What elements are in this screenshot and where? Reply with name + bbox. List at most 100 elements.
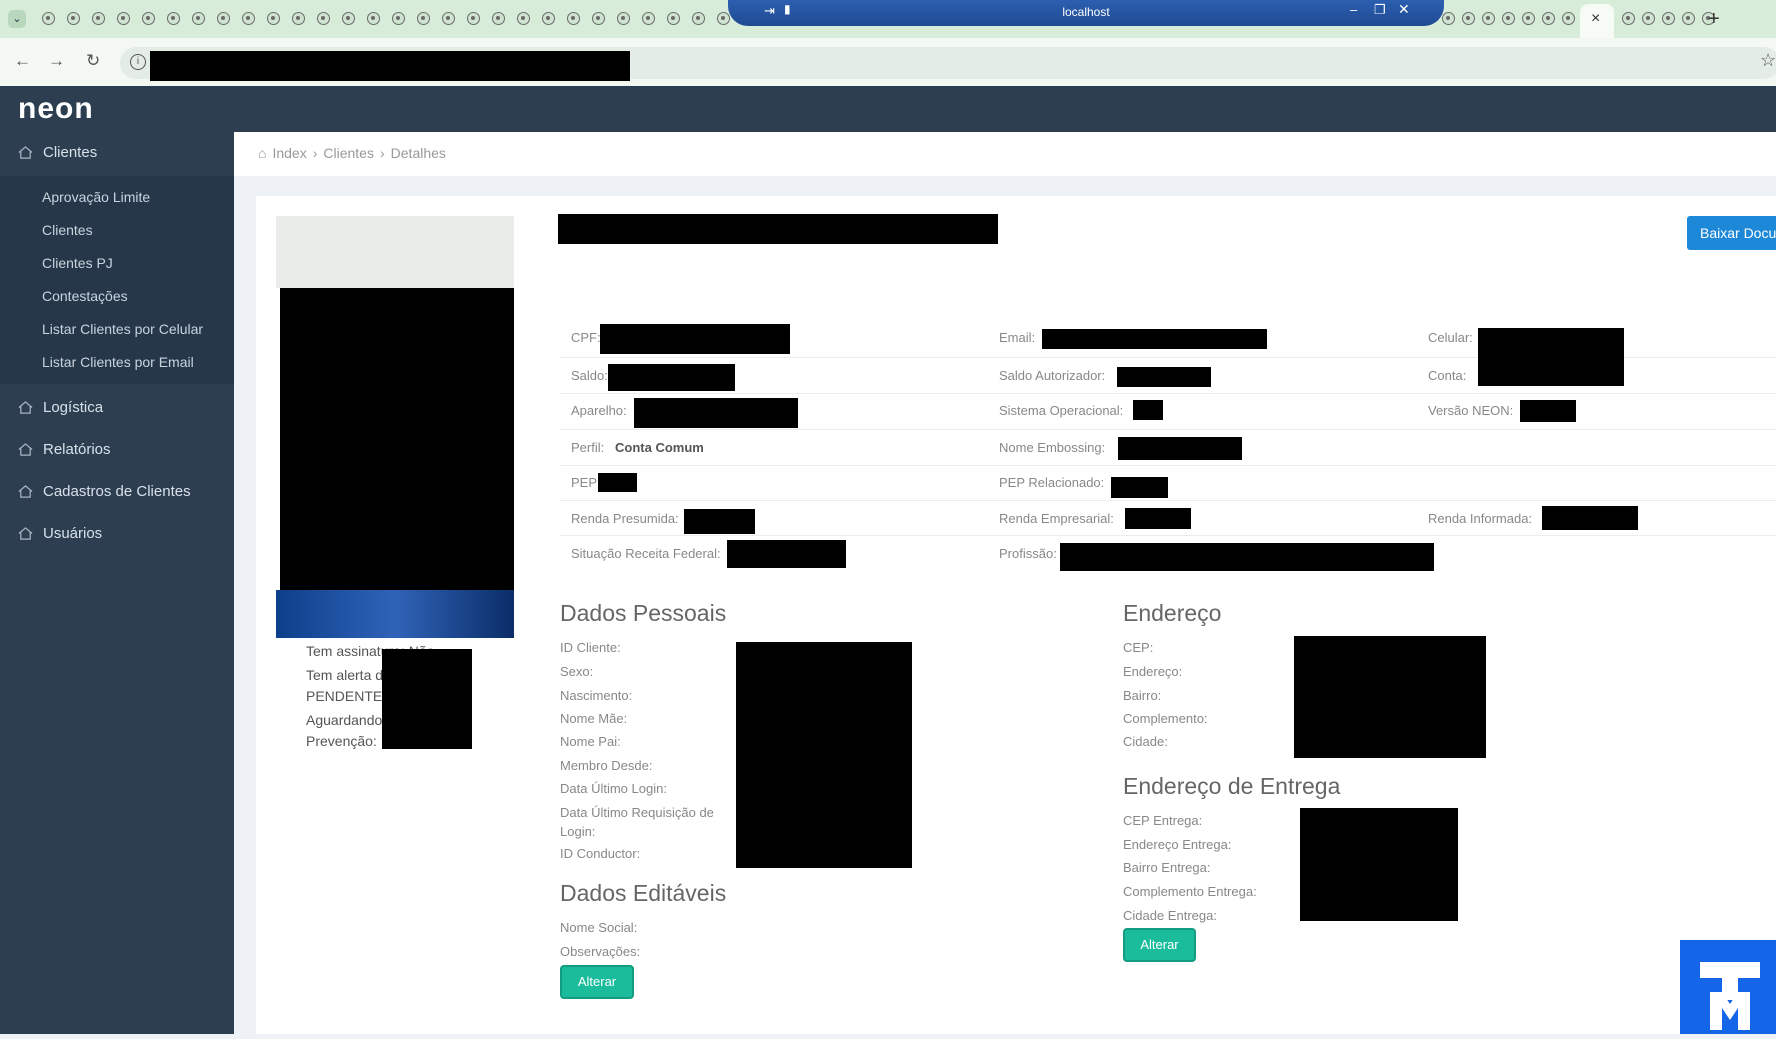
sidebar-item-logistica[interactable]: Logística [18, 399, 103, 416]
browser-tab-favicon-icon[interactable] [692, 12, 705, 25]
cpf-redacted [600, 324, 790, 354]
browser-tab-favicon-icon[interactable] [1522, 12, 1535, 25]
breadcrumb-detalhes: Detalhes [390, 145, 446, 161]
browser-tab-favicon-icon[interactable] [617, 12, 630, 25]
complemento-label: Complemento: [1123, 711, 1208, 726]
nome-mae-label: Nome Mãe: [560, 711, 628, 726]
dados-editaveis-title: Dados Editáveis [560, 880, 727, 906]
sidebar-item-usuarios[interactable]: Usuários [18, 525, 102, 542]
bookmark-star-icon[interactable]: ☆ [1760, 50, 1776, 71]
home-icon [18, 146, 33, 159]
browser-tab-favicon-icon[interactable] [1562, 12, 1575, 25]
browser-tab-favicon-icon[interactable] [267, 12, 280, 25]
sidebar-item-label: Logística [43, 399, 104, 416]
browser-tab-favicon-icon[interactable] [1542, 12, 1555, 25]
tab-search-dropdown-icon[interactable]: ⌄ [8, 10, 26, 28]
browser-tab-favicon-icon[interactable] [1622, 12, 1635, 25]
saldo-redacted [608, 364, 735, 391]
endereco-entrega-redacted [1300, 808, 1458, 921]
browser-tab-favicon-icon[interactable] [242, 12, 255, 25]
browser-tab-favicon-icon[interactable] [442, 12, 455, 25]
browser-tab-favicon-icon[interactable] [467, 12, 480, 25]
browser-tab-favicon-icon[interactable] [167, 12, 180, 25]
profissao-label: Profissão: [999, 546, 1057, 561]
restore-icon[interactable]: ❐ [1374, 2, 1386, 18]
submenu-item-aprovacao-limite[interactable]: Aprovação Limite [42, 189, 150, 205]
browser-tab-favicon-icon[interactable] [67, 12, 80, 25]
back-arrow-icon[interactable]: ← [14, 51, 31, 71]
browser-tab-favicon-icon[interactable] [217, 12, 230, 25]
browser-tab-favicon-icon[interactable] [492, 12, 505, 25]
sidebar-item-label: Relatórios [43, 441, 111, 458]
minimize-icon[interactable]: – [1350, 2, 1357, 17]
forward-arrow-icon[interactable]: → [48, 51, 65, 71]
browser-tab-favicon-icon[interactable] [1462, 12, 1475, 25]
tem-alerta-label: Tem alerta d [306, 667, 384, 683]
photo-redacted [280, 288, 514, 590]
browser-tab-favicon-icon[interactable] [92, 12, 105, 25]
site-info-icon[interactable]: i [130, 54, 146, 70]
pendente-label: PENDENTE: [306, 688, 387, 704]
id-cliente-label: ID Cliente: [560, 640, 621, 655]
browser-tab-favicon-icon[interactable] [117, 12, 130, 25]
new-tab-icon[interactable]: + [1708, 8, 1720, 31]
home-icon [18, 443, 33, 456]
breadcrumb-index[interactable]: Index [272, 145, 306, 161]
browser-tab-favicon-icon[interactable] [1482, 12, 1495, 25]
cep-label: CEP: [1123, 640, 1154, 655]
browser-tab-favicon-icon[interactable] [367, 12, 380, 25]
pep-relacionado-label: PEP Relacionado: [999, 475, 1105, 490]
dados-pessoais-redacted [736, 642, 912, 868]
sidebar-item-cadastros[interactable]: Cadastros de Clientes [18, 483, 191, 500]
browser-tab-favicon-icon[interactable] [1662, 12, 1675, 25]
browser-tab-favicon-icon[interactable] [592, 12, 605, 25]
browser-tab-favicon-icon[interactable] [192, 12, 205, 25]
download-document-button[interactable]: Baixar Docu [1687, 216, 1776, 250]
renda-empresarial-label: Renda Empresarial: [999, 511, 1114, 526]
data-ultima-requisicao-label-cont: Login: [560, 824, 596, 839]
browser-tab-favicon-icon[interactable] [1682, 12, 1695, 25]
sidebar-item-relatorios[interactable]: Relatórios [18, 441, 111, 458]
breadcrumb-clientes[interactable]: Clientes [323, 145, 374, 161]
active-tab[interactable]: × [1580, 4, 1614, 38]
submenu-item-clientes-pj[interactable]: Clientes PJ [42, 255, 113, 271]
renda-presumida-label: Renda Presumida: [571, 511, 679, 526]
celular-label: Celular: [1428, 330, 1473, 345]
submenu-item-clientes-celular[interactable]: Listar Clientes por Celular [42, 321, 203, 337]
browser-tab-favicon-icon[interactable] [142, 12, 155, 25]
aparelho-label: Aparelho: [571, 403, 627, 418]
submenu-item-contestacoes[interactable]: Contestações [42, 288, 128, 304]
home-icon: ⌂ [258, 145, 267, 161]
browser-tab-favicon-icon[interactable] [342, 12, 355, 25]
alterar-dados-editaveis-button[interactable]: Alterar [560, 965, 634, 999]
home-icon [18, 527, 33, 540]
browser-tab-favicon-icon[interactable] [667, 12, 680, 25]
browser-tab-favicon-icon[interactable] [417, 12, 430, 25]
browser-tab-favicon-icon[interactable] [542, 12, 555, 25]
browser-tab-favicon-icon[interactable] [317, 12, 330, 25]
browser-tab-favicon-icon[interactable] [1642, 12, 1655, 25]
close-icon[interactable]: ✕ [1398, 1, 1410, 18]
browser-tab-favicon-icon[interactable] [567, 12, 580, 25]
cidade-label: Cidade: [1123, 734, 1168, 749]
observacoes-label: Observações: [560, 944, 641, 959]
sidebar-item-clientes[interactable]: Clientes [18, 144, 97, 161]
submenu-item-clientes-email[interactable]: Listar Clientes por Email [42, 354, 194, 370]
browser-tab-favicon-icon[interactable] [642, 12, 655, 25]
corner-brand-logo [1680, 940, 1776, 1034]
breadcrumb-bar [234, 132, 1776, 176]
browser-tab-favicon-icon[interactable] [517, 12, 530, 25]
browser-tab-favicon-icon[interactable] [1502, 12, 1515, 25]
alterar-endereco-entrega-button[interactable]: Alterar [1123, 928, 1196, 962]
browser-tab-favicon-icon[interactable] [392, 12, 405, 25]
browser-tab-favicon-icon[interactable] [42, 12, 55, 25]
reload-icon[interactable]: ↻ [86, 51, 100, 71]
complemento-entrega-label: Complemento Entrega: [1123, 884, 1257, 899]
nome-social-label: Nome Social: [560, 920, 638, 935]
renda-informada-label: Renda Informada: [1428, 511, 1533, 526]
close-tab-icon[interactable]: × [1591, 10, 1600, 28]
browser-tab-favicon-icon[interactable] [292, 12, 305, 25]
email-redacted [1042, 329, 1267, 349]
submenu-item-clientes[interactable]: Clientes [42, 222, 93, 238]
pep-redacted [598, 473, 637, 492]
